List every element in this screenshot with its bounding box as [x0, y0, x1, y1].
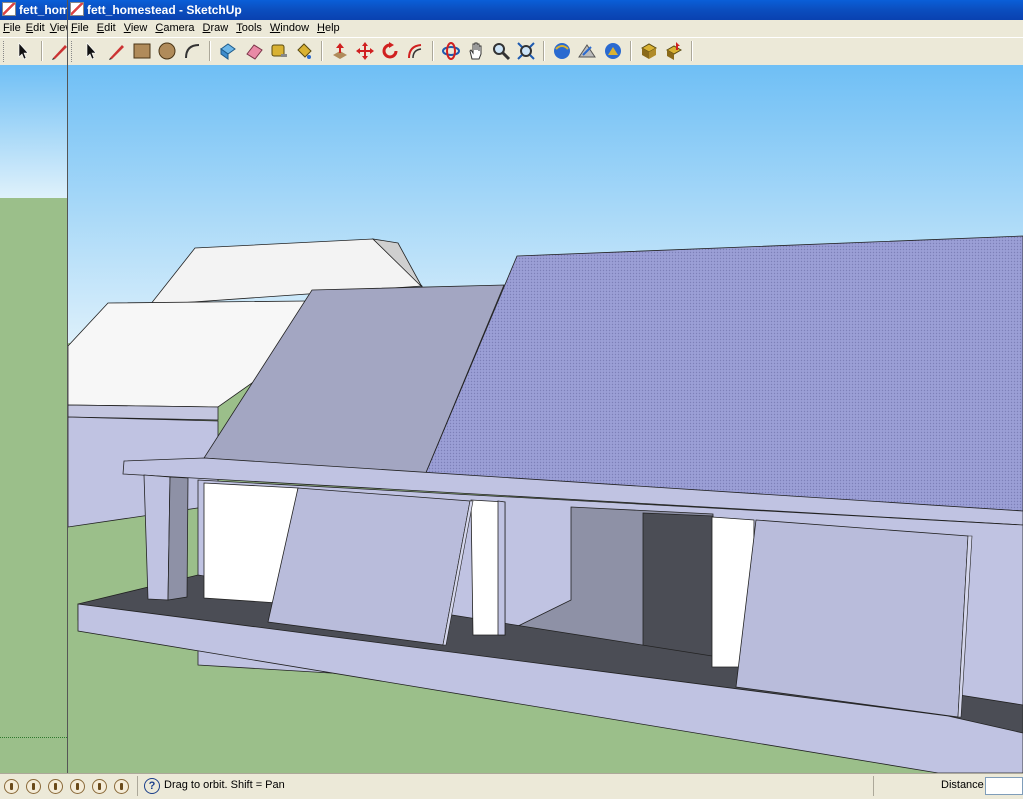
measurements-label: Distance: [941, 779, 984, 791]
menu-help[interactable]: Help: [313, 20, 344, 37]
menu-bar: File Edit View Camera Draw Tools Window Help: [68, 20, 1023, 37]
measurements-input[interactable]: [985, 777, 1023, 795]
menu-edit[interactable]: Edit: [93, 20, 120, 37]
menu-draw[interactable]: Draw: [199, 20, 233, 37]
zoom-icon[interactable]: [490, 40, 512, 62]
menu-window[interactable]: Window: [266, 20, 313, 37]
line-pencil-icon[interactable]: [106, 40, 128, 62]
status-divider: [137, 776, 138, 796]
back-viewport-ground: [0, 198, 67, 773]
window-title: fett_homestead - SketchUp: [87, 3, 242, 17]
push-pull-icon[interactable]: [329, 40, 351, 62]
status-extra-icon[interactable]: [114, 779, 129, 794]
toolbar-separator: [690, 41, 693, 61]
main-roof: [424, 235, 1023, 512]
back-window-toolbar: [0, 37, 67, 66]
leaning-panel-right: [735, 519, 969, 718]
status-hint: Drag to orbit. Shift = Pan: [164, 779, 285, 791]
sketchup-document-icon: [70, 2, 84, 16]
info-icon[interactable]: [92, 779, 107, 794]
passage-opening: [642, 512, 714, 670]
circle-icon[interactable]: [156, 40, 178, 62]
credits-icon[interactable]: [26, 779, 41, 794]
select-icon[interactable]: [81, 40, 103, 62]
tape-measure-icon[interactable]: [268, 40, 290, 62]
eraser-icon[interactable]: [243, 40, 265, 62]
toolbar-separator: [543, 41, 546, 61]
title-bar[interactable]: fett_homestead - SketchUp: [68, 0, 1023, 20]
menu-camera[interactable]: Camera: [151, 20, 198, 37]
select-icon[interactable]: [13, 40, 35, 62]
tip-icon[interactable]: [70, 779, 85, 794]
toolbar-separator: [320, 41, 323, 61]
model-scene: [68, 65, 1023, 773]
back-window-menu-bar: FileEditView: [0, 20, 67, 37]
post-middle: [497, 500, 506, 636]
orbit-icon[interactable]: [440, 40, 462, 62]
move-icon[interactable]: [354, 40, 376, 62]
menu-tools[interactable]: Tools: [232, 20, 266, 37]
menu-view[interactable]: View: [120, 20, 152, 37]
toolbar-separator: [41, 41, 44, 61]
previous-view-icon[interactable]: [551, 40, 573, 62]
status-divider: [873, 776, 874, 796]
zoom-extents-icon[interactable]: [515, 40, 537, 62]
back-menu-view[interactable]: View: [48, 20, 67, 37]
post-left-front: [143, 474, 171, 601]
next-view-icon[interactable]: [576, 40, 598, 62]
back-menu-edit[interactable]: Edit: [23, 20, 48, 37]
toolbar-grip: [71, 41, 75, 62]
user-icon[interactable]: [48, 779, 63, 794]
standard-views-icon[interactable]: [602, 40, 624, 62]
get-models-icon[interactable]: [638, 40, 660, 62]
rectangle-icon[interactable]: [131, 40, 153, 62]
rotate-icon[interactable]: [379, 40, 401, 62]
toolbar-separator: [629, 41, 632, 61]
toolbar-separator: [209, 41, 212, 61]
back-window-title: fett_homestead - SketchUp: [19, 3, 67, 17]
geo-location-icon[interactable]: [4, 779, 19, 794]
back-window-title-bar[interactable]: fett_homestead - SketchUp: [0, 0, 67, 20]
back-window-viewport[interactable]: [0, 65, 67, 773]
sketchup-document-icon: [2, 2, 16, 16]
help-icon[interactable]: ?: [144, 778, 160, 794]
toolbar-grip: [3, 41, 7, 62]
status-bar: ? Drag to orbit. Shift = Pan Distance: [0, 773, 1023, 799]
share-model-icon[interactable]: [663, 40, 685, 62]
offset-icon[interactable]: [404, 40, 426, 62]
main-toolbar: [68, 37, 1023, 66]
back-menu-file[interactable]: File: [0, 20, 23, 37]
back-viewport-axis: [0, 737, 67, 738]
back-viewport-sky: [0, 65, 67, 198]
menu-file[interactable]: File: [68, 20, 93, 37]
post-left-side: [167, 476, 189, 601]
arc-icon[interactable]: [181, 40, 203, 62]
paint-bucket-icon[interactable]: [293, 40, 315, 62]
pan-hand-icon[interactable]: [465, 40, 487, 62]
make-component-icon[interactable]: [217, 40, 239, 62]
leaning-panel-left: [267, 487, 471, 646]
toolbar-separator: [432, 41, 434, 61]
drawing-viewport[interactable]: [68, 65, 1023, 773]
pencil-icon[interactable]: [49, 40, 67, 62]
